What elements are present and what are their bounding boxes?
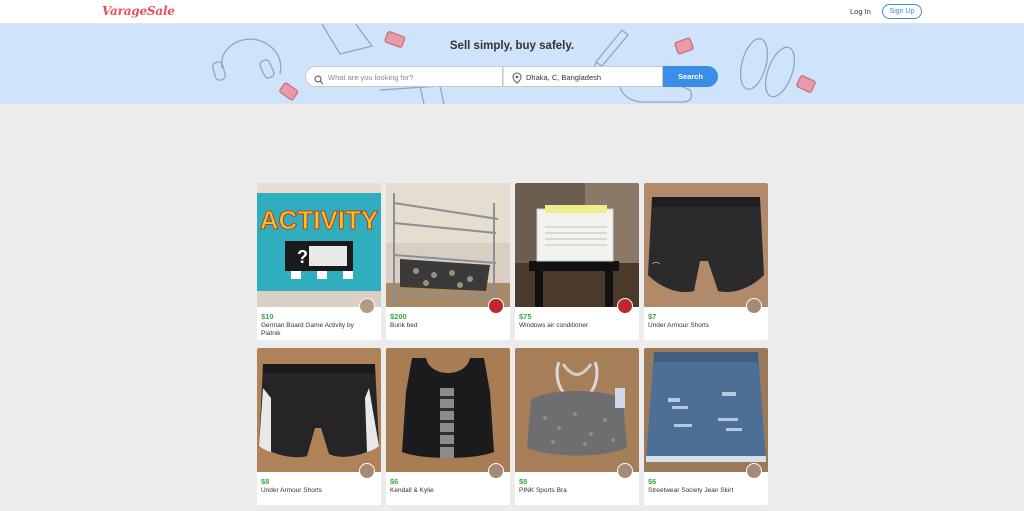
listing-card[interactable]: $8 PINK Sports Bra <box>515 348 639 505</box>
listing-card[interactable]: $75 Windows air conditioner <box>515 183 639 340</box>
listing-image[interactable]: ⌒ <box>644 183 768 307</box>
login-link[interactable]: Log In <box>850 7 871 16</box>
seller-avatar[interactable] <box>488 463 504 479</box>
listing-title: Under Armour Shorts <box>648 322 710 329</box>
listing-price: $7 <box>648 312 657 321</box>
seller-avatar[interactable] <box>359 463 375 479</box>
search-field[interactable] <box>305 66 503 87</box>
listing-price: $6 <box>648 477 657 486</box>
listing-price: $6 <box>390 477 399 486</box>
hero-tagline: Sell simply, buy safely. <box>449 40 575 52</box>
listing-title: Kendall & Kylie <box>390 487 434 494</box>
listing-price: $10 <box>261 312 274 321</box>
location-value: Dhaka, C, Bangladesh <box>526 73 602 82</box>
seller-avatar[interactable] <box>488 298 504 314</box>
listing-price: $75 <box>519 312 532 321</box>
listing-image[interactable] <box>386 348 510 472</box>
svg-text:⌒: ⌒ <box>652 262 660 271</box>
svg-text:?: ? <box>297 247 308 267</box>
listing-title: PINK Sports Bra <box>519 487 567 494</box>
seller-avatar[interactable] <box>617 463 633 479</box>
hero-banner: Sell simply, buy safely. Dhaka, C, Bangl… <box>0 24 1024 104</box>
hero-decoration-illustration <box>212 24 816 104</box>
seller-avatar[interactable] <box>746 298 762 314</box>
listing-title: Streetwear Society Jean Skirt <box>648 487 734 494</box>
listing-image[interactable] <box>515 348 639 472</box>
listing-image[interactable] <box>386 183 510 307</box>
listing-card[interactable]: $6 Kendall & Kylie <box>386 348 510 505</box>
listing-card[interactable]: $8 Under Armour Shorts <box>257 348 381 505</box>
search-bar: Dhaka, C, Bangladesh Search <box>305 66 718 87</box>
listing-price: $8 <box>519 477 528 486</box>
seller-avatar[interactable] <box>359 298 375 314</box>
listing-card[interactable]: $6 Streetwear Society Jean Skirt <box>644 348 768 505</box>
seller-avatar[interactable] <box>617 298 633 314</box>
search-icon <box>314 72 324 90</box>
listing-price: $200 <box>390 312 407 321</box>
top-navigation-bar: VarageSale Log In Sign Up <box>0 0 1024 24</box>
listing-image[interactable] <box>644 348 768 472</box>
listing-title: Bunk bed <box>390 322 418 329</box>
listing-title: Windows air conditioner <box>519 322 589 329</box>
seller-avatar[interactable] <box>746 463 762 479</box>
listing-image[interactable]: ACTIVITY ? <box>257 183 381 307</box>
listing-card[interactable]: ACTIVITY ? $10 German Board Game Activit… <box>257 183 381 340</box>
listing-title: German Board Game Activity by Piatnik <box>261 322 354 337</box>
listing-card[interactable]: $200 Bunk bed <box>386 183 510 340</box>
varagesale-logo[interactable]: VarageSale <box>102 4 175 18</box>
listing-image[interactable] <box>257 348 381 472</box>
location-field[interactable]: Dhaka, C, Bangladesh <box>503 66 663 87</box>
search-input[interactable] <box>328 70 498 84</box>
listing-price: $8 <box>261 477 270 486</box>
svg-text:ACTIVITY: ACTIVITY <box>260 205 378 235</box>
listing-image[interactable] <box>515 183 639 307</box>
listing-title: Under Armour Shorts <box>261 487 323 494</box>
listing-card[interactable]: ⌒ $7 Under Armour Shorts <box>644 183 768 340</box>
search-button[interactable]: Search <box>663 66 718 87</box>
location-pin-icon <box>512 71 522 89</box>
signup-button[interactable]: Sign Up <box>882 4 922 19</box>
